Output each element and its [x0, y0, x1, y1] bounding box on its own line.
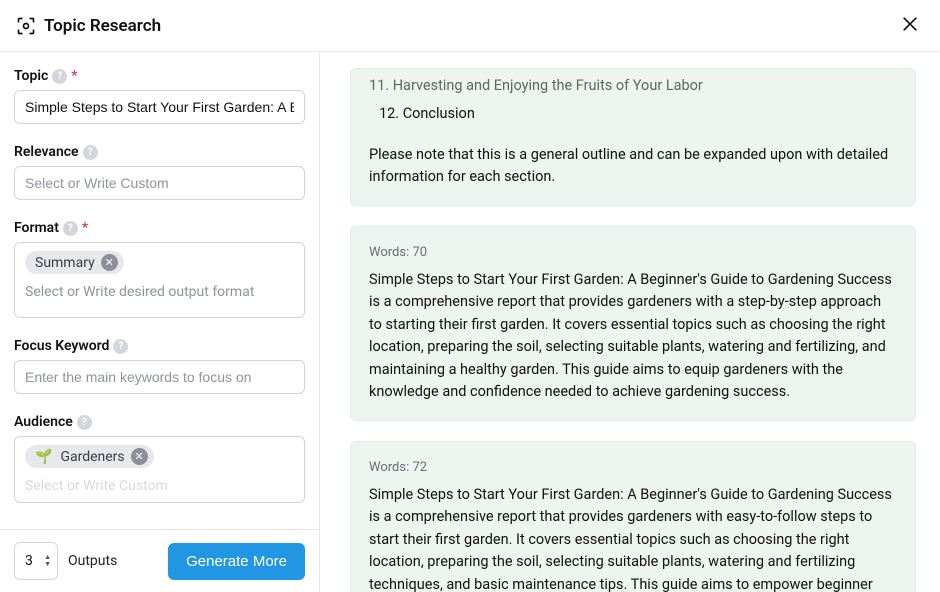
word-count: Words: 70 — [369, 243, 897, 263]
result-list-item: 12. Conclusion — [369, 103, 897, 125]
audience-tag-label: Gardeners — [60, 449, 124, 465]
audience-tags-box[interactable]: 🌱 Gardeners ✕ Select or Write Custom — [14, 436, 305, 503]
close-button[interactable] — [896, 10, 924, 41]
result-card: 11. Harvesting and Enjoying the Fruits o… — [350, 68, 916, 206]
stepper-down-icon[interactable]: ▼ — [44, 561, 51, 568]
help-icon[interactable]: ? — [113, 339, 128, 354]
generate-more-button[interactable]: Generate More — [168, 543, 305, 580]
modal-title: Topic Research — [44, 16, 161, 36]
required-marker: * — [82, 220, 88, 236]
result-body: Simple Steps to Start Your First Garden:… — [369, 269, 897, 404]
topic-input[interactable] — [14, 90, 305, 124]
audience-label: Audience — [14, 414, 73, 430]
format-placeholder: Select or Write desired output format — [25, 284, 294, 300]
topic-research-modal: Topic Research Topic ? * — [0, 0, 940, 592]
relevance-input[interactable] — [14, 166, 305, 200]
result-card: Words: 72 Simple Steps to Start Your Fir… — [350, 441, 916, 592]
format-tags-box[interactable]: Summary ✕ Select or Write desired output… — [14, 242, 305, 318]
sidebar-footer: 3 ▲ ▼ Outputs Generate More — [0, 529, 319, 592]
format-label: Format — [14, 220, 59, 236]
seedling-icon: 🌱 — [35, 449, 52, 465]
close-icon — [900, 22, 920, 37]
help-icon[interactable]: ? — [77, 415, 92, 430]
word-count: Words: 72 — [369, 458, 897, 478]
format-tag: Summary ✕ — [25, 251, 124, 274]
modal-header: Topic Research — [0, 0, 940, 52]
remove-tag-button[interactable]: ✕ — [131, 448, 148, 465]
help-icon[interactable]: ? — [52, 69, 67, 84]
audience-tag: 🌱 Gardeners ✕ — [25, 445, 154, 468]
settings-sidebar: Topic ? * Relevance ? Format — [0, 52, 320, 592]
topic-label: Topic — [14, 68, 48, 84]
remove-tag-button[interactable]: ✕ — [101, 254, 118, 271]
outputs-label: Outputs — [68, 553, 117, 569]
format-tag-label: Summary — [35, 255, 95, 271]
field-format: Format ? * Summary ✕ Select or Write des… — [14, 220, 305, 318]
help-icon[interactable]: ? — [83, 145, 98, 160]
required-marker: * — [71, 68, 77, 84]
results-pane[interactable]: 11. Harvesting and Enjoying the Fruits o… — [320, 52, 940, 592]
focus-keyword-input[interactable] — [14, 360, 305, 394]
field-audience: Audience ? 🌱 Gardeners ✕ Select or Write… — [14, 414, 305, 503]
result-note: Please note that this is a general outli… — [369, 144, 897, 189]
scan-icon — [16, 16, 36, 36]
field-topic: Topic ? * — [14, 68, 305, 124]
field-focus-keyword: Focus Keyword ? — [14, 338, 305, 394]
outputs-stepper[interactable]: 3 ▲ ▼ — [14, 542, 58, 580]
result-card: Words: 70 Simple Steps to Start Your Fir… — [350, 226, 916, 421]
outputs-value: 3 — [25, 553, 33, 569]
close-icon: ✕ — [105, 257, 114, 268]
result-list-item: 11. Harvesting and Enjoying the Fruits o… — [369, 75, 897, 97]
relevance-label: Relevance — [14, 144, 79, 160]
result-body: Simple Steps to Start Your First Garden:… — [369, 484, 897, 592]
focus-keyword-label: Focus Keyword — [14, 338, 109, 354]
help-icon[interactable]: ? — [63, 221, 78, 236]
close-icon: ✕ — [135, 451, 144, 462]
audience-placeholder: Select or Write Custom — [25, 478, 294, 494]
field-relevance: Relevance ? — [14, 144, 305, 200]
settings-scroll[interactable]: Topic ? * Relevance ? Format — [0, 52, 319, 529]
